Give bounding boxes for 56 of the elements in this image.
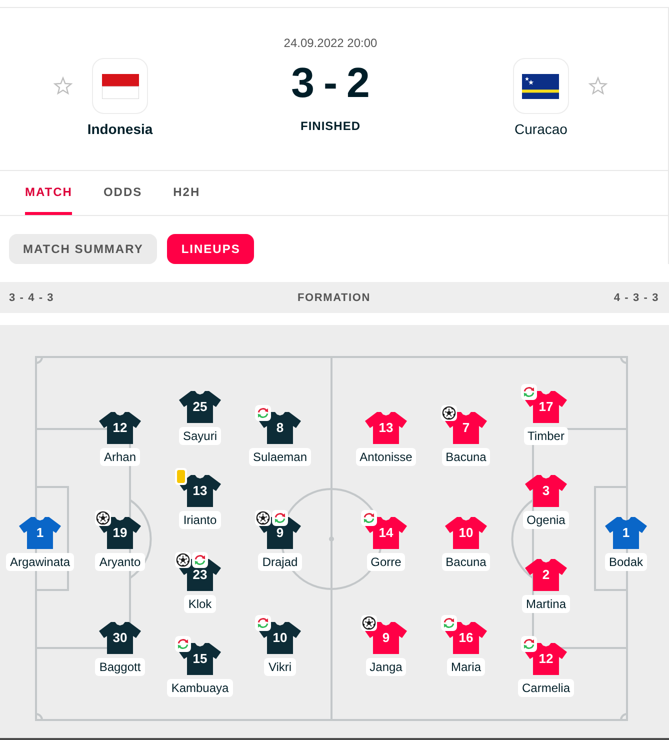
player-name: Ogenia	[522, 511, 570, 529]
player-name: Drajad	[258, 553, 302, 571]
score-separator: -	[323, 61, 338, 105]
player-name: Arhan	[100, 448, 140, 466]
circular-arrows-icon	[254, 405, 271, 421]
flag-icon	[92, 58, 148, 114]
player-name: Sayuri	[178, 427, 221, 445]
player-name: Martina	[522, 595, 570, 613]
booking-card-icon	[175, 468, 187, 485]
team-name: Indonesia	[87, 120, 153, 138]
football-icon	[361, 615, 377, 631]
player-name: Maria	[446, 658, 485, 676]
player-name: Janga	[366, 658, 406, 676]
home-formation: 3 - 4 - 3	[9, 292, 54, 304]
circular-arrows-icon	[192, 552, 208, 568]
star-icon[interactable]	[588, 76, 608, 96]
player-name: Bodak	[604, 553, 648, 571]
circular-arrows-icon	[520, 384, 537, 400]
player-name: Timber	[524, 427, 568, 445]
match-status: FINISHED	[300, 118, 360, 134]
player-name: Argawinata	[6, 553, 74, 571]
circular-arrows-icon	[175, 636, 191, 652]
away-formation: 4 - 3 - 3	[614, 292, 659, 304]
team-name: Curacao	[514, 120, 568, 138]
nav-tab[interactable]: ODDS	[103, 171, 142, 215]
formation-label: FORMATION	[298, 292, 370, 304]
flag-icon	[512, 58, 569, 114]
nav-tab[interactable]: H2H	[173, 171, 200, 215]
circular-arrows-icon	[520, 636, 537, 652]
match-date: 24.09.2022 20:00	[284, 35, 378, 51]
football-icon	[254, 510, 271, 526]
player-name: Bacuna	[442, 553, 490, 571]
circular-arrows-icon	[441, 615, 457, 631]
player-name: Vikri	[264, 658, 296, 676]
section-tab[interactable]: MATCH SUMMARY	[9, 234, 158, 264]
circular-arrows-icon	[272, 510, 288, 526]
home-score: 3	[291, 61, 314, 105]
star-icon[interactable]	[53, 76, 73, 96]
player-name: Sulaeman	[248, 448, 312, 466]
player-name: Baggott	[95, 658, 145, 676]
player-name: Bacuna	[442, 448, 490, 466]
player-name: Klok	[184, 595, 216, 613]
player-name: Kambuaya	[167, 679, 233, 697]
football-icon	[440, 405, 457, 421]
player-name: Gorre	[366, 553, 406, 571]
player-name: Aryanto	[95, 553, 145, 571]
nav-tab[interactable]: MATCH	[25, 171, 72, 215]
circular-arrows-icon	[255, 615, 271, 631]
section-tab[interactable]: LINEUPS	[167, 234, 254, 264]
football-icon	[94, 510, 111, 526]
football-icon	[175, 552, 191, 568]
player-name: Irianto	[179, 511, 221, 529]
player-name: Carmelia	[518, 679, 574, 697]
player-name: Antonisse	[356, 448, 416, 466]
circular-arrows-icon	[361, 510, 377, 526]
away-score: 2	[346, 61, 370, 105]
